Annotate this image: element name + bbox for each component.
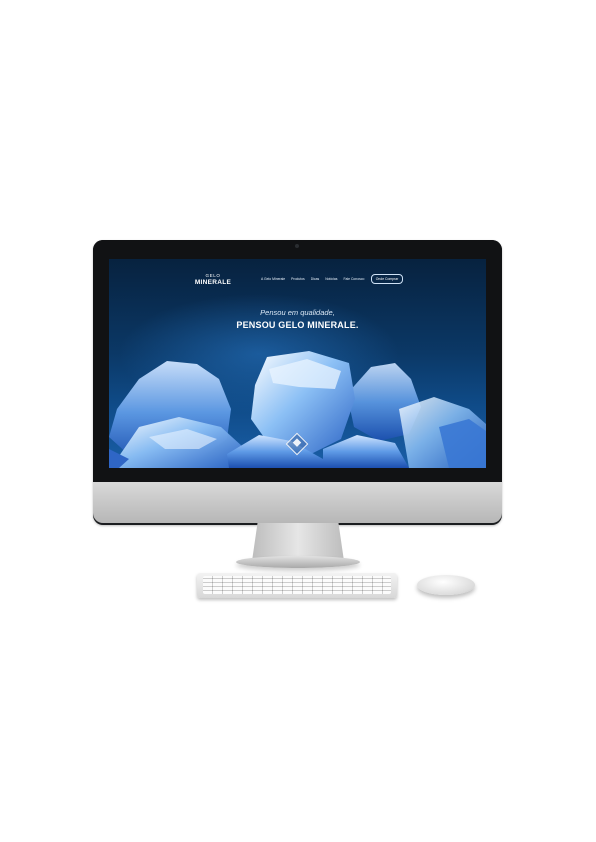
badge-center	[292, 438, 302, 447]
mouse	[417, 575, 475, 595]
nav-link-fale-conosco[interactable]: Fale Conosco	[343, 277, 364, 281]
hero-title: PENSOU GELO MINERALE.	[236, 320, 359, 330]
nav-link-dicas[interactable]: Dicas	[311, 277, 319, 281]
onde-comprar-button[interactable]: Onde Comprar	[371, 274, 403, 284]
brand-logo[interactable]: GELO MINERALE	[193, 273, 233, 286]
camera-icon	[295, 244, 299, 248]
hero-subtitle: Pensou em qualidade,	[260, 308, 335, 317]
nav-link-a-gelo-minerale[interactable]: A Gelo Minerale	[261, 277, 285, 281]
monitor-chin	[93, 482, 502, 523]
monitor-bezel: GELO MINERALE A Gelo Minerale Produtos D…	[93, 240, 502, 482]
logo-line2: MINERALE	[194, 278, 232, 286]
keyboard	[197, 573, 397, 598]
keyboard-keys	[203, 576, 391, 594]
site-navbar: GELO MINERALE A Gelo Minerale Produtos D…	[109, 259, 486, 297]
monitor-foot	[236, 556, 360, 568]
imac-monitor: GELO MINERALE A Gelo Minerale Produtos D…	[93, 240, 502, 525]
website-screen: GELO MINERALE A Gelo Minerale Produtos D…	[109, 259, 486, 468]
nav-menu: A Gelo Minerale Produtos Dicas Notícias …	[261, 277, 364, 281]
nav-link-noticias[interactable]: Notícias	[325, 277, 337, 281]
logo-line1: GELO	[205, 273, 221, 278]
nav-link-produtos[interactable]: Produtos	[291, 277, 305, 281]
